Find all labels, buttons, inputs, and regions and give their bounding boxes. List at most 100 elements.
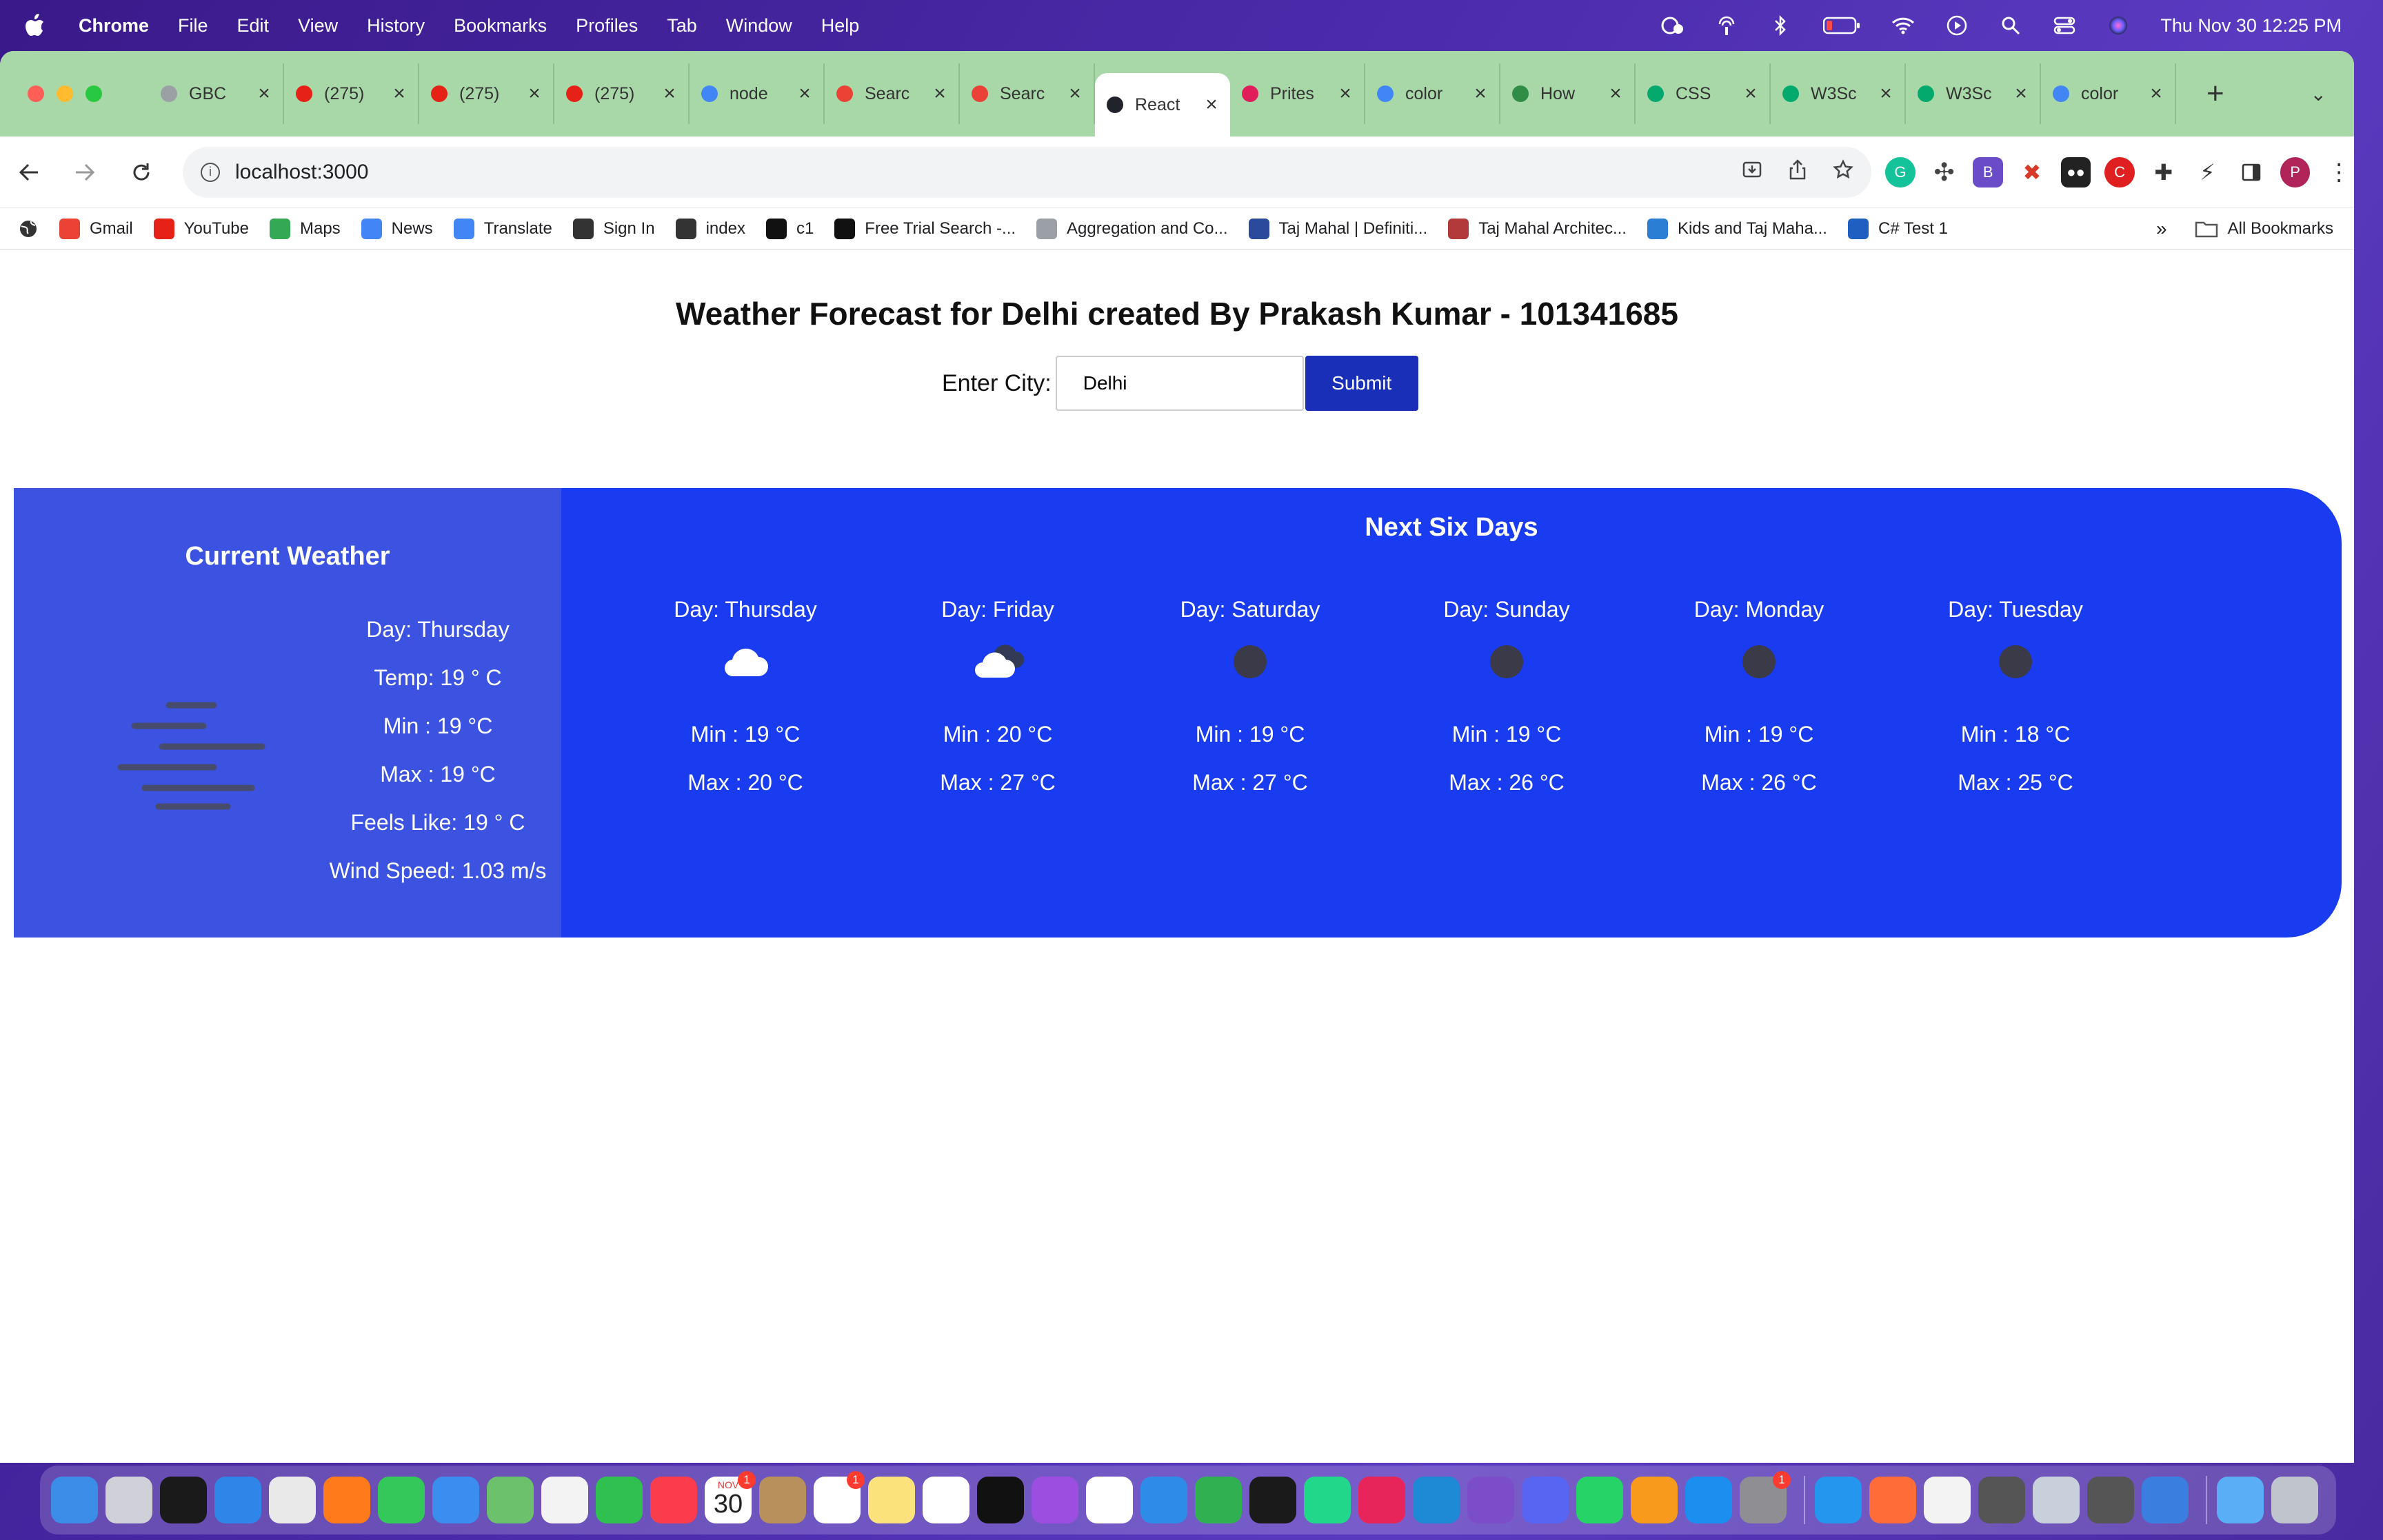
terminal-icon[interactable] [160, 1477, 207, 1523]
notes-icon[interactable] [868, 1477, 915, 1523]
close-tab-icon[interactable]: × [1066, 82, 1084, 105]
intellij-icon[interactable] [1358, 1477, 1405, 1523]
tab-4[interactable]: (275) × [554, 63, 690, 124]
close-tab-icon[interactable]: × [255, 82, 273, 105]
bookmark-item[interactable]: Taj Mahal | Definiti... [1248, 218, 1427, 239]
close-tab-icon[interactable]: × [1607, 82, 1625, 105]
reload-button[interactable] [128, 159, 155, 186]
tab-3[interactable]: (275) × [419, 63, 554, 124]
extension-tools-icon[interactable]: ✖ [2017, 156, 2047, 188]
bookmark-star-icon[interactable] [1833, 159, 1853, 185]
chrome-icon[interactable] [269, 1477, 316, 1523]
minimize-window-button[interactable] [57, 85, 73, 102]
app-store-icon[interactable] [1685, 1477, 1732, 1523]
tab-8[interactable]: React × [1095, 73, 1230, 136]
submit-button[interactable]: Submit [1305, 356, 1418, 411]
bookmark-item[interactable]: Sign In [572, 218, 655, 239]
apps-globe-icon[interactable] [18, 219, 39, 239]
news-icon[interactable] [1086, 1477, 1133, 1523]
forward-button[interactable] [72, 159, 99, 186]
close-tab-icon[interactable]: × [1471, 82, 1489, 105]
chrome-menu-icon[interactable]: ⋮ [2324, 156, 2354, 188]
bookmark-item[interactable]: Translate [453, 218, 552, 239]
bookmark-item[interactable]: Taj Mahal Architec... [1448, 218, 1627, 239]
music-icon[interactable] [650, 1477, 697, 1523]
bluetooth-icon[interactable] [1769, 14, 1792, 37]
menu-bookmarks[interactable]: Bookmarks [454, 15, 547, 37]
move-extension-icon[interactable]: ✣ [1929, 156, 1960, 188]
postman-icon[interactable] [1869, 1477, 1916, 1523]
close-tab-icon[interactable]: × [1203, 93, 1220, 116]
tab-9[interactable]: Prites × [1230, 63, 1365, 124]
calendar-icon[interactable]: NOV 30 1 [705, 1471, 756, 1523]
tab-13[interactable]: W3Sc × [1771, 63, 1906, 124]
close-tab-icon[interactable]: × [1336, 82, 1354, 105]
webstorm-icon[interactable] [1249, 1477, 1296, 1523]
extension-red-icon[interactable]: C [2104, 156, 2135, 188]
tab-15[interactable]: color × [2041, 63, 2176, 124]
safari-icon[interactable] [214, 1477, 261, 1523]
bookmark-item[interactable]: YouTube [153, 218, 249, 239]
close-tab-icon[interactable]: × [1742, 82, 1760, 105]
menu-view[interactable]: View [298, 15, 338, 37]
performance-icon[interactable]: ⚡ [2192, 156, 2223, 188]
airdrop-icon[interactable] [1715, 14, 1738, 37]
close-tab-icon[interactable]: × [796, 82, 814, 105]
tab-10[interactable]: color × [1365, 63, 1500, 124]
numbers-icon[interactable] [1195, 1477, 1242, 1523]
grammarly-icon[interactable]: G [1885, 156, 1916, 188]
close-tab-icon[interactable]: × [2012, 82, 2030, 105]
xcode-icon[interactable] [2142, 1477, 2189, 1523]
install-app-icon[interactable] [1742, 159, 1762, 185]
tab-1[interactable]: GBC × [149, 63, 284, 124]
zoom-window-button[interactable] [86, 85, 102, 102]
podcasts-icon[interactable] [1032, 1477, 1078, 1523]
close-window-button[interactable] [28, 85, 44, 102]
pycharm-icon[interactable] [1304, 1477, 1351, 1523]
close-tab-icon[interactable]: × [2147, 82, 2165, 105]
tab-12[interactable]: CSS × [1636, 63, 1771, 124]
vscode-icon[interactable] [1413, 1477, 1460, 1523]
menu-help[interactable]: Help [821, 15, 860, 37]
bookmark-item[interactable]: Aggregation and Co... [1036, 218, 1228, 239]
bookmark-item[interactable]: News [361, 218, 433, 239]
bookmark-item[interactable]: index [675, 218, 745, 239]
menu-profiles[interactable]: Profiles [576, 15, 638, 37]
menu-window[interactable]: Window [726, 15, 792, 37]
extension-mask-icon[interactable]: ●● [2060, 156, 2091, 188]
more-bookmarks-button[interactable]: » [2156, 218, 2167, 240]
firefox-icon[interactable] [323, 1477, 370, 1523]
bookmark-item[interactable]: Gmail [59, 218, 133, 239]
menu-bar-clock[interactable]: Thu Nov 30 12:25 PM [2160, 15, 2342, 37]
freeform-icon[interactable] [923, 1477, 969, 1523]
tab-2[interactable]: (275) × [284, 63, 419, 124]
menu-history[interactable]: History [367, 15, 425, 37]
storage-icon[interactable] [2033, 1477, 2080, 1523]
close-tab-icon[interactable]: × [931, 82, 949, 105]
menu-edit[interactable]: Edit [237, 15, 270, 37]
address-bar-url[interactable]: localhost:3000 [235, 161, 368, 184]
mail-icon[interactable] [432, 1477, 479, 1523]
keynote-icon[interactable] [1140, 1477, 1187, 1523]
battery-icon[interactable] [1822, 14, 1861, 37]
profile-avatar[interactable]: P [2280, 156, 2311, 188]
whatsapp-icon[interactable] [1576, 1477, 1623, 1523]
menu-tab[interactable]: Tab [667, 15, 697, 37]
city-input[interactable] [1055, 356, 1304, 411]
tab-14[interactable]: W3Sc × [1906, 63, 2041, 124]
wifi-icon[interactable] [1891, 14, 1915, 37]
share-icon[interactable] [1789, 159, 1807, 185]
spotlight-search-icon[interactable] [1999, 14, 2022, 37]
bookmark-item[interactable]: Kids and Taj Maha... [1647, 218, 1827, 239]
reminders-icon[interactable]: 1 [814, 1471, 865, 1523]
site-info-icon[interactable]: i [200, 162, 220, 182]
font-book-icon[interactable] [1924, 1477, 1971, 1523]
bookmark-item[interactable]: Free Trial Search -... [834, 218, 1016, 239]
facetime-icon[interactable] [596, 1477, 643, 1523]
tab-11[interactable]: How × [1500, 63, 1636, 124]
close-tab-icon[interactable]: × [1877, 82, 1895, 105]
tab-6[interactable]: Searc × [825, 63, 960, 124]
side-panel-icon[interactable] [2236, 156, 2266, 188]
close-tab-icon[interactable]: × [661, 82, 678, 105]
visual-studio-icon[interactable] [1467, 1477, 1514, 1523]
